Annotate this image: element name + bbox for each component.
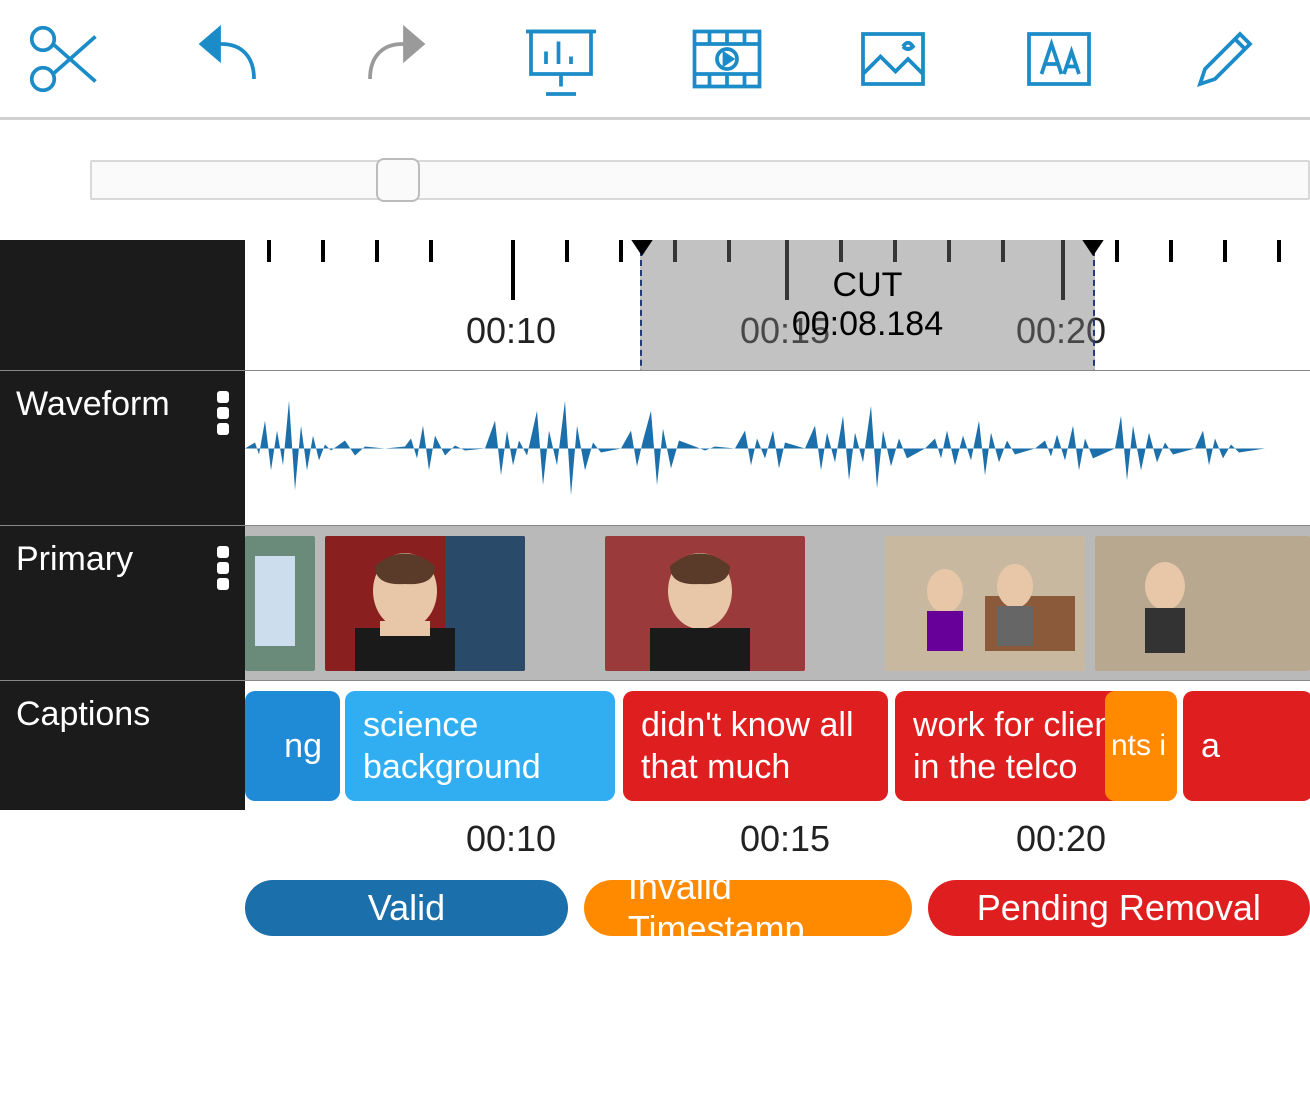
ruler-content[interactable]: 00:10 00:15 00:20 CUT 00:08.184: [245, 240, 1310, 370]
ruler-track-label: [0, 240, 245, 370]
caption-text: nts i: [1111, 727, 1166, 765]
legend-pending-text: Pending Removal: [977, 887, 1261, 929]
legend-invalid[interactable]: Invalid Timestamp: [584, 880, 912, 936]
cut-marker-right[interactable]: [1081, 240, 1105, 256]
primary-content[interactable]: [245, 526, 1310, 680]
undo-button[interactable]: [186, 16, 272, 102]
cut-selection[interactable]: CUT 00:08.184: [640, 240, 1095, 370]
caption-chip[interactable]: nts i: [1105, 691, 1177, 801]
video-thumbnail[interactable]: [885, 536, 1085, 671]
video-thumbnail[interactable]: [605, 536, 805, 671]
zoom-slider[interactable]: [90, 160, 1310, 200]
video-button[interactable]: [684, 16, 770, 102]
pencil-icon: [1185, 19, 1265, 99]
caption-text: a: [1201, 725, 1220, 768]
footer-time: 00:15: [740, 818, 830, 860]
video-thumbnail[interactable]: [245, 536, 315, 671]
primary-track-label-text: Primary: [16, 540, 133, 579]
caption-text: didn't know all that much: [641, 704, 870, 789]
primary-track: Primary: [0, 525, 1310, 680]
caption-text: science background: [363, 704, 597, 789]
legend-pending[interactable]: Pending Removal: [928, 880, 1310, 936]
presentation-icon: [521, 19, 601, 99]
video-thumbnail[interactable]: [1095, 536, 1310, 671]
caption-chip[interactable]: didn't know all that much: [623, 691, 888, 801]
ruler-track: 00:10 00:15 00:20 CUT 00:08.184: [0, 240, 1310, 370]
track-menu-icon[interactable]: [217, 546, 229, 590]
footer: 00:10 00:15 00:20 Valid Invalid Timestam…: [0, 818, 1310, 936]
cut-duration: 00:08.184: [642, 305, 1093, 344]
captions-track-label-text: Captions: [16, 695, 150, 734]
primary-track-label: Primary: [0, 526, 245, 680]
legend-valid[interactable]: Valid: [245, 880, 568, 936]
presentation-button[interactable]: [518, 16, 604, 102]
captions-content[interactable]: ng science background didn't know all th…: [245, 681, 1310, 810]
zoom-slider-area: [0, 120, 1310, 240]
footer-time: 00:20: [1016, 818, 1106, 860]
footer-time: 00:10: [466, 818, 556, 860]
undo-icon: [189, 19, 269, 99]
caption-chip[interactable]: science background: [345, 691, 615, 801]
image-icon: [853, 19, 933, 99]
video-icon: [687, 19, 767, 99]
text-button[interactable]: [1016, 16, 1102, 102]
pencil-button[interactable]: [1182, 16, 1268, 102]
waveform-track-label: Waveform: [0, 371, 245, 525]
legend: Valid Invalid Timestamp Pending Removal: [245, 880, 1310, 936]
video-thumbnail[interactable]: [325, 536, 525, 671]
scissors-icon: [23, 19, 103, 99]
redo-button[interactable]: [352, 16, 438, 102]
waveform-graphic: [245, 371, 1310, 525]
caption-text: ng: [284, 725, 322, 768]
legend-invalid-text: Invalid Timestamp: [628, 866, 868, 950]
waveform-track-label-text: Waveform: [16, 385, 170, 424]
track-menu-icon[interactable]: [217, 391, 229, 435]
image-button[interactable]: [850, 16, 936, 102]
waveform-track: Waveform: [0, 370, 1310, 525]
captions-track: Captions ng science background didn't kn…: [0, 680, 1310, 810]
cut-label: CUT: [642, 266, 1093, 305]
redo-icon: [355, 19, 435, 99]
timeline: 00:10 00:15 00:20 CUT 00:08.184 Waveform: [0, 240, 1310, 810]
waveform-content[interactable]: [245, 371, 1310, 525]
toolbar: [0, 0, 1310, 120]
caption-chip[interactable]: ng: [245, 691, 340, 801]
captions-track-label: Captions: [0, 681, 245, 810]
scissors-button[interactable]: [20, 16, 106, 102]
cut-marker-left[interactable]: [630, 240, 654, 256]
zoom-slider-thumb[interactable]: [376, 158, 420, 202]
text-icon: [1019, 19, 1099, 99]
caption-chip[interactable]: a: [1183, 691, 1310, 801]
legend-valid-text: Valid: [368, 887, 445, 929]
footer-timecodes: 00:10 00:15 00:20: [245, 818, 1310, 868]
ruler-label-1: 00:10: [466, 310, 556, 352]
